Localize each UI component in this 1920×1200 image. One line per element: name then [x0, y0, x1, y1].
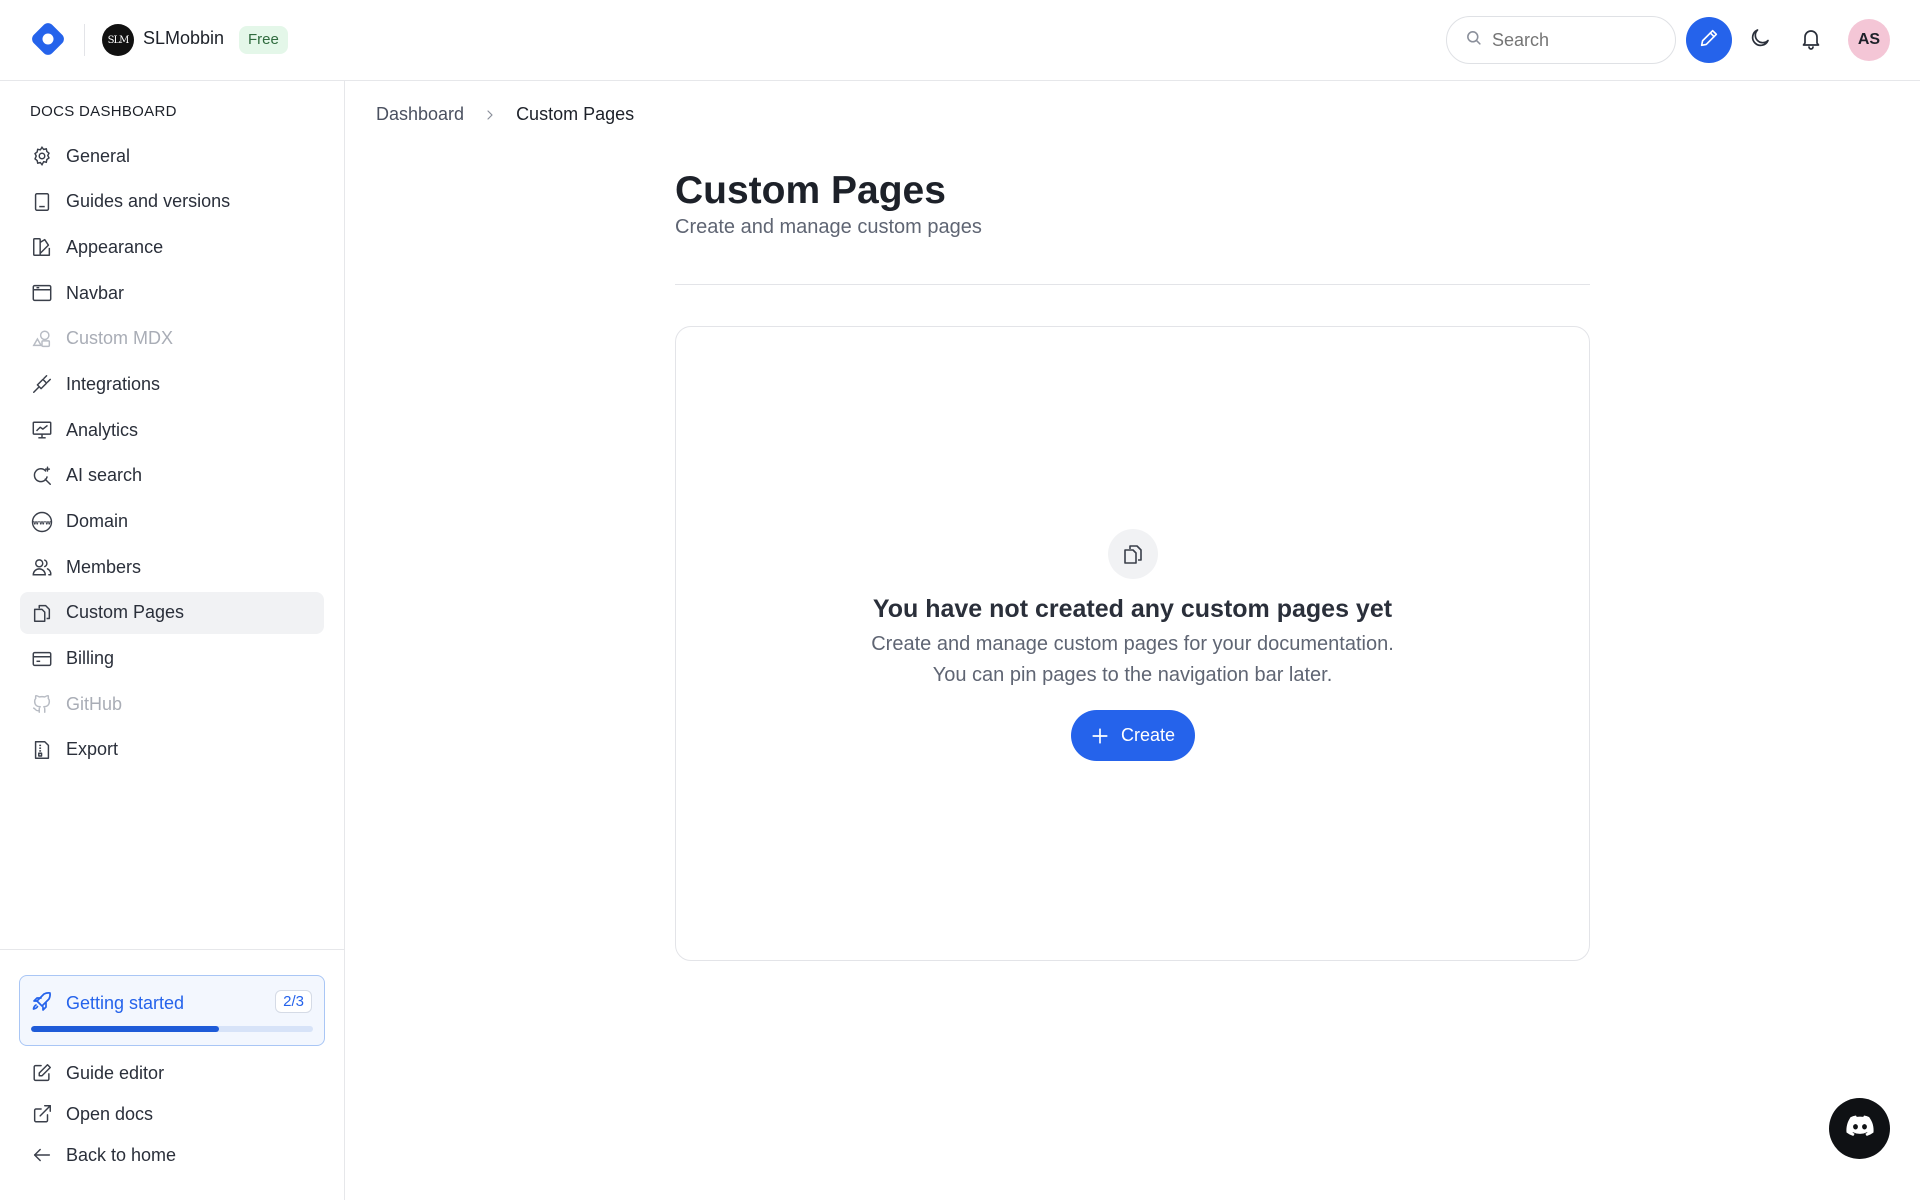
files-icon [30, 601, 54, 625]
sidebar-item-label: Billing [66, 648, 115, 669]
sidebar-item-label: Integrations [66, 373, 161, 394]
users-icon [30, 555, 54, 579]
discord-icon [1845, 1115, 1874, 1142]
sidebar-item-custom-pages[interactable]: Custom Pages [20, 591, 324, 634]
shapes-icon [30, 327, 54, 351]
moon-icon [1748, 26, 1772, 55]
sidebar: DOCS DASHBOARD General Guides and versio… [0, 81, 345, 1200]
empty-state-description-line1: Create and manage custom pages for your … [871, 633, 1394, 655]
rocket-icon [30, 990, 54, 1019]
sidebar-item-label: GitHub [66, 693, 123, 714]
sidebar-item-custom-mdx[interactable]: Custom MDX [20, 318, 324, 360]
guide-editor-label: Guide editor [66, 1062, 165, 1083]
getting-started-label: Getting started [66, 993, 185, 1013]
search-box[interactable] [1446, 16, 1676, 64]
user-avatar[interactable]: AS [1848, 19, 1890, 61]
getting-started-count: 2/3 [275, 990, 312, 1013]
sidebar-item-navbar[interactable]: Navbar [20, 272, 324, 314]
sidebar-item-github[interactable]: GitHub [20, 683, 324, 725]
divider [675, 284, 1590, 285]
globe-www-icon: www [30, 510, 54, 534]
sidebar-item-integrations[interactable]: Integrations [20, 363, 324, 405]
credit-card-icon [30, 647, 54, 671]
edit-button[interactable] [1686, 17, 1732, 63]
sidebar-item-label: Export [66, 739, 119, 760]
external-link-icon [30, 1102, 54, 1126]
dark-mode-toggle[interactable] [1742, 22, 1778, 58]
search-input[interactable] [1492, 29, 1662, 51]
divider [84, 24, 85, 56]
workspace-avatar[interactable]: SLM [102, 24, 134, 56]
pencil-icon [1698, 27, 1720, 54]
workspace-name[interactable]: SLMobbin [143, 28, 224, 49]
create-button[interactable]: Create [1071, 710, 1195, 761]
guide-editor-link[interactable]: Guide editor [20, 1054, 324, 1092]
sidebar-item-members[interactable]: Members [20, 546, 324, 588]
sidebar-bottom-links: Guide editor Open docs Back to home [20, 1054, 324, 1177]
sidebar-item-label: Custom MDX [66, 328, 174, 349]
sidebar-item-billing[interactable]: Billing [20, 638, 324, 680]
open-docs-label: Open docs [66, 1103, 154, 1124]
empty-state-description-line2: You can pin pages to the navigation bar … [932, 664, 1333, 686]
file-export-icon [30, 738, 54, 762]
top-bar: SLM SLMobbin Free AS [0, 0, 1920, 81]
breadcrumb-current: Custom Pages [516, 104, 635, 124]
sidebar-item-label: Custom Pages [66, 602, 185, 623]
empty-state-card: You have not created any custom pages ye… [675, 326, 1590, 961]
sidebar-item-label: AI search [66, 465, 143, 486]
gear-icon [30, 144, 54, 168]
back-to-home-label: Back to home [66, 1144, 177, 1165]
notifications-button[interactable] [1793, 22, 1829, 58]
github-icon [30, 692, 54, 716]
sidebar-item-appearance[interactable]: Appearance [20, 226, 324, 268]
plan-badge: Free [239, 26, 288, 54]
back-to-home-link[interactable]: Back to home [20, 1136, 324, 1174]
plug-icon [30, 372, 54, 396]
sidebar-item-label: Analytics [66, 419, 139, 440]
edit-square-icon [30, 1061, 54, 1085]
sidebar-item-ai-search[interactable]: AI search [20, 455, 324, 497]
presentation-chart-icon [30, 418, 54, 442]
book-icon [30, 190, 54, 214]
discord-button[interactable] [1829, 1098, 1890, 1159]
page-title: Custom Pages [675, 169, 946, 212]
arrow-left-icon [30, 1143, 54, 1167]
sidebar-item-export[interactable]: Export [20, 729, 324, 771]
chevron-right-icon [484, 109, 496, 121]
sidebar-item-label: Members [66, 556, 142, 577]
app-logo-icon[interactable] [29, 20, 67, 58]
getting-started-progress-fill [31, 1026, 220, 1032]
sidebar-item-label: Guides and versions [66, 191, 231, 212]
breadcrumb-dashboard-link[interactable]: Dashboard [376, 104, 464, 125]
sparkle-search-icon [30, 464, 54, 488]
sidebar-footer: Getting started 2/3 Guide editor Open do… [0, 949, 344, 1200]
browser-window-icon [30, 281, 54, 305]
create-button-label: Create [1120, 725, 1176, 745]
getting-started-card[interactable]: Getting started 2/3 [19, 975, 325, 1046]
open-docs-link[interactable]: Open docs [20, 1095, 324, 1133]
sidebar-item-label: General [66, 145, 131, 166]
sidebar-item-guides[interactable]: Guides and versions [20, 181, 324, 223]
files-icon [1108, 529, 1158, 579]
getting-started-progress [31, 1026, 313, 1032]
sidebar-item-label: Navbar [66, 282, 125, 303]
palette-icon [30, 235, 54, 259]
main-content: Dashboard Custom Pages Custom Pages Crea… [345, 81, 1920, 1200]
plus-icon [1092, 727, 1108, 744]
empty-state-title: You have not created any custom pages ye… [872, 595, 1393, 623]
breadcrumb: Dashboard Custom Pages [376, 104, 634, 125]
sidebar-item-label: Appearance [66, 236, 164, 257]
sidebar-item-label: Domain [66, 511, 129, 531]
sidebar-item-analytics[interactable]: Analytics [20, 409, 324, 451]
sidebar-item-domain[interactable]: www Domain [20, 501, 324, 543]
bell-icon [1799, 26, 1823, 55]
page-subtitle: Create and manage custom pages [675, 216, 982, 238]
sidebar-item-general[interactable]: General [20, 135, 324, 177]
sidebar-nav: General Guides and versions Appearance N… [20, 135, 324, 775]
svg-text:www: www [33, 518, 51, 526]
search-icon [1465, 29, 1482, 51]
sidebar-heading: DOCS DASHBOARD [30, 103, 177, 120]
